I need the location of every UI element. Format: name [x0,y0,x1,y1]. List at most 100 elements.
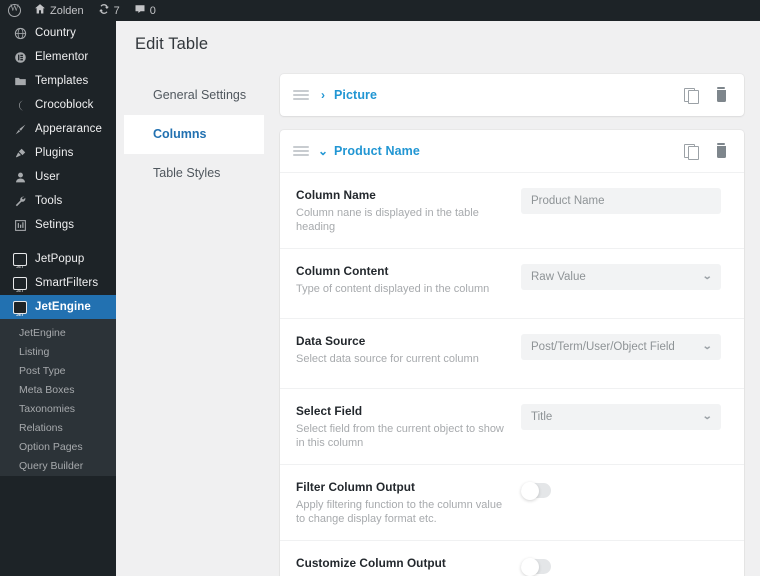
wordpress-logo-icon [8,3,21,17]
setting-row-data-source: Data Source Select data source for curre… [280,318,744,388]
sidebar-item-settings[interactable]: Setings [0,213,116,237]
sidebar-item-label: JetEngine [35,301,91,313]
submenu-item-relations[interactable]: Relations [0,419,116,438]
setting-control: Raw Value ⌄ [521,263,730,290]
admin-menu: Country Elementor Templates Crocoblock A [0,21,116,576]
jet-icon [13,276,27,303]
drag-handle-icon[interactable] [293,89,309,101]
updates-icon [98,3,110,18]
sidebar-item-elementor[interactable]: Elementor [0,45,116,69]
sidebar-item-label: Apperarance [35,123,102,135]
select-field-select[interactable]: Title ⌄ [521,404,721,430]
setting-row-filter-column-output: Filter Column Output Apply filtering fun… [280,464,744,540]
site-name-button[interactable]: Zolden [27,0,91,21]
column-card-header[interactable]: ⌄ Product Name [280,130,744,172]
submenu-item-post-type[interactable]: Post Type [0,362,116,381]
sidebar-item-appearance[interactable]: Apperarance [0,117,116,141]
sidebar-item-plugins[interactable]: Plugins [0,141,116,165]
drag-handle-icon[interactable] [293,145,309,157]
setting-description: Select data source for current column [296,353,479,365]
chevron-down-icon: ⌄ [701,411,713,422]
column-card-picture: › Picture [280,74,744,116]
elementor-icon [13,50,27,64]
setting-row-column-content: Column Content Type of content displayed… [280,248,744,318]
globe-icon [13,26,27,40]
column-content-select[interactable]: Raw Value ⌄ [521,264,721,290]
sidebar-item-tools[interactable]: Tools [0,189,116,213]
setting-label: Column Content Type of content displayed… [296,263,521,296]
data-source-select-value: Post/Term/User/Object Field [531,341,675,353]
sidebar-item-user[interactable]: User [0,165,116,189]
column-name-input[interactable]: Product Name [521,188,721,214]
setting-label: Select Field Select field from the curre… [296,403,521,450]
folder-icon [13,74,27,88]
setting-control: Post/Term/User/Object Field ⌄ [521,333,730,360]
wordpress-logo-button[interactable] [0,0,27,21]
column-card-header[interactable]: › Picture [280,74,744,116]
column-content-select-value: Raw Value [531,271,586,283]
sidebar-item-label: User [35,171,60,183]
updates-button[interactable]: 7 [91,0,127,21]
toggle-knob [521,481,539,500]
setting-label: Customize Column Output Change format of… [296,555,521,576]
column-title: Picture [334,88,378,102]
sidebar-item-label: Setings [35,219,75,231]
setting-title: Column Content [296,264,389,278]
tab-columns[interactable]: Columns [124,115,264,154]
submenu-item-option-pages[interactable]: Option Pages [0,438,116,457]
submenu-item-meta-boxes[interactable]: Meta Boxes [0,381,116,400]
plug-icon [13,146,27,160]
setting-control: Product Name [521,187,730,214]
comments-button[interactable]: 0 [127,0,163,21]
setting-description: Column nane is displayed in the table he… [296,207,479,233]
copy-column-button[interactable] [684,87,699,103]
comment-icon [134,3,146,18]
menu-separator [0,237,116,247]
select-field-value: Title [531,411,553,423]
setting-description: Type of content displayed in the column [296,283,490,295]
sidebar-item-label: SmartFilters [35,277,99,289]
data-source-select[interactable]: Post/Term/User/Object Field ⌄ [521,334,721,360]
wp-admin-bar: Zolden 7 0 [0,0,760,21]
sidebar-item-templates[interactable]: Templates [0,69,116,93]
setting-title: Column Name [296,188,376,202]
sidebar-item-country[interactable]: Country [0,21,116,45]
customize-column-output-toggle[interactable] [521,557,551,576]
tab-table-styles[interactable]: Table Styles [124,154,264,193]
delete-column-button[interactable] [715,87,730,103]
column-card-actions [684,143,730,159]
setting-control [521,479,730,500]
submenu-item-taxonomies[interactable]: Taxonomies [0,400,116,419]
setting-row-column-name: Column Name Column nane is displayed in … [280,172,744,248]
setting-row-select-field: Select Field Select field from the curre… [280,388,744,464]
page-title: Edit Table [135,35,209,53]
column-title: Product Name [334,144,420,158]
filter-column-output-toggle[interactable] [521,481,551,500]
sidebar-item-label: Templates [35,75,89,87]
copy-column-button[interactable] [684,143,699,159]
wrench-icon [13,194,27,208]
setting-label: Column Name Column nane is displayed in … [296,187,521,234]
settings-panel: General Settings Columns Table Styles › … [124,68,760,576]
sidebar-item-label: Tools [35,195,63,207]
submenu-item-listing[interactable]: Listing [0,343,116,362]
setting-row-customize-column-output: Customize Column Output Change format of… [280,540,744,576]
chevron-down-icon[interactable]: ⌄ [317,144,329,158]
columns-list: › Picture ⌄ Product Name Column Name Col… [264,68,760,576]
jet-icon [13,300,27,327]
sidebar-item-crocoblock[interactable]: Crocoblock [0,93,116,117]
chevron-right-icon[interactable]: › [317,88,329,102]
sidebar-item-label: Crocoblock [35,99,94,111]
setting-control: Title ⌄ [521,403,730,430]
chevron-down-icon: ⌄ [701,341,713,352]
jet-icon [13,252,27,279]
submenu-item-query-builder[interactable]: Query Builder [0,457,116,476]
toggle-knob [521,557,539,576]
delete-column-button[interactable] [715,143,730,159]
setting-title: Customize Column Output [296,556,446,570]
setting-title: Select Field [296,404,363,418]
sidebar-item-label: Country [35,27,76,39]
main-content: Edit Table General Settings Columns Tabl… [124,21,760,576]
sidebar-item-jetpopup[interactable]: JetPopup [0,247,116,279]
tab-general-settings[interactable]: General Settings [124,76,264,115]
